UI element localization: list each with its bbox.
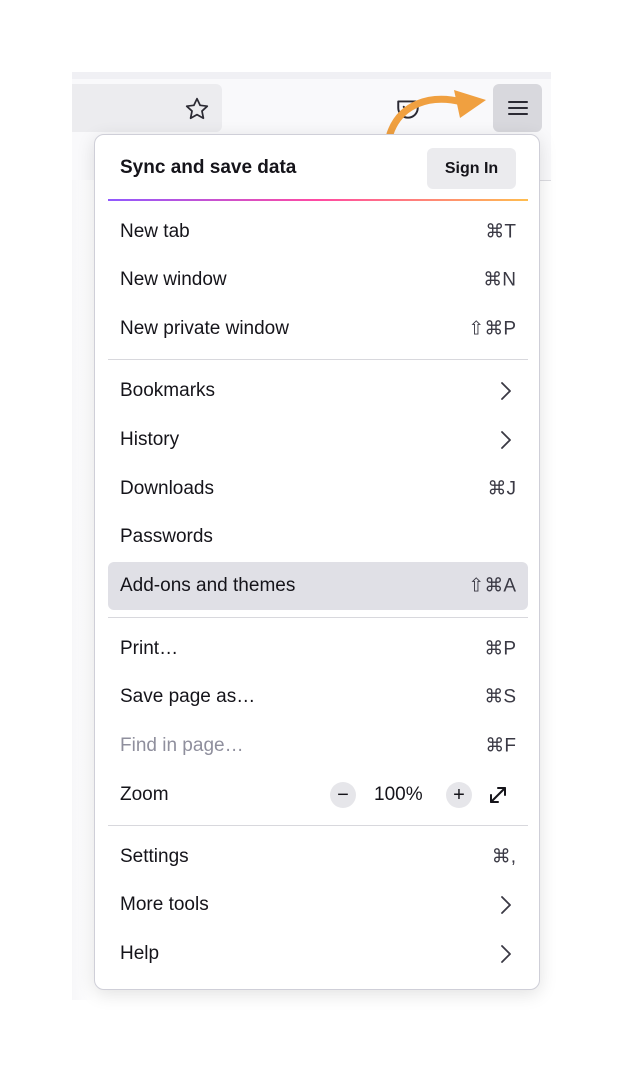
menu-item-history[interactable]: History [108,416,528,464]
annotation-arrow-icon [386,90,486,138]
menu-item-more-tools[interactable]: More tools [108,881,528,929]
sync-gradient-divider [108,199,528,201]
menu-item-label: New window [120,269,227,290]
menu-item-label: History [120,429,180,450]
menu-item-print[interactable]: Print… ⌘P [108,625,528,673]
menu-divider [108,617,528,618]
page-background [72,180,94,1000]
hamburger-menu-icon [507,101,528,115]
menu-item-new-window[interactable]: New window ⌘N [108,256,528,304]
star-icon[interactable] [184,96,210,122]
sign-in-button[interactable]: Sign In [427,148,516,189]
menu-item-shortcut: ⌘T [485,221,516,243]
menu-item-shortcut: ⌘, [491,846,516,868]
menu-item-label: Help [120,943,160,964]
zoom-in-button[interactable]: + [446,782,472,808]
menu-item-downloads[interactable]: Downloads ⌘J [108,465,528,513]
zoom-level[interactable]: 100% [374,784,423,806]
chevron-right-icon [501,945,511,963]
menu-item-label: Save page as… [120,686,256,707]
menu-item-shortcut: ⌘J [487,478,517,500]
menu-item-shortcut: ⌘S [484,686,516,708]
hamburger-menu-button[interactable] [493,84,542,132]
menu-item-label: Find in page… [120,735,244,756]
chevron-right-icon [501,896,511,914]
fullscreen-icon[interactable] [486,783,510,807]
chevron-right-icon [501,431,511,449]
menu-item-label: Settings [120,846,189,867]
menu-item-label: New private window [120,318,289,339]
menu-item-passwords[interactable]: Passwords [108,513,528,561]
menu-item-label: Downloads [120,478,214,499]
menu-item-addons-themes[interactable]: Add-ons and themes ⇧⌘A [108,562,528,610]
menu-item-shortcut: ⇧⌘P [468,318,516,340]
menu-item-label: Add-ons and themes [120,575,296,596]
menu-item-label: Bookmarks [120,380,216,401]
chevron-right-icon [501,382,511,400]
menu-item-bookmarks[interactable]: Bookmarks [108,367,528,415]
menu-item-shortcut: ⌘N [483,269,516,291]
menu-divider [108,359,528,360]
menu-item-label: Passwords [120,526,213,547]
menu-item-label: More tools [120,894,209,915]
toolbar-top-strip [72,72,551,79]
menu-item-zoom: Zoom − 100% + [108,771,528,819]
menu-item-label: Zoom [120,784,169,805]
app-menu-panel: Sync and save data Sign In New tab ⌘T Ne… [94,134,540,990]
menu-item-find-in-page[interactable]: Find in page… ⌘F [108,722,528,770]
menu-item-save-page[interactable]: Save page as… ⌘S [108,673,528,721]
menu-item-shortcut: ⇧⌘A [468,575,516,597]
menu-item-help[interactable]: Help [108,930,528,978]
sync-title: Sync and save data [120,157,297,178]
sync-header: Sync and save data Sign In [95,135,541,199]
menu-item-shortcut: ⌘F [485,735,516,757]
zoom-out-button[interactable]: − [330,782,356,808]
menu-item-new-private-window[interactable]: New private window ⇧⌘P [108,305,528,353]
menu-item-label: New tab [120,221,190,242]
menu-divider [108,825,528,826]
menu-item-label: Print… [120,638,179,659]
menu-item-settings[interactable]: Settings ⌘, [108,833,528,881]
menu-item-new-tab[interactable]: New tab ⌘T [108,208,528,256]
menu-item-shortcut: ⌘P [484,638,516,660]
